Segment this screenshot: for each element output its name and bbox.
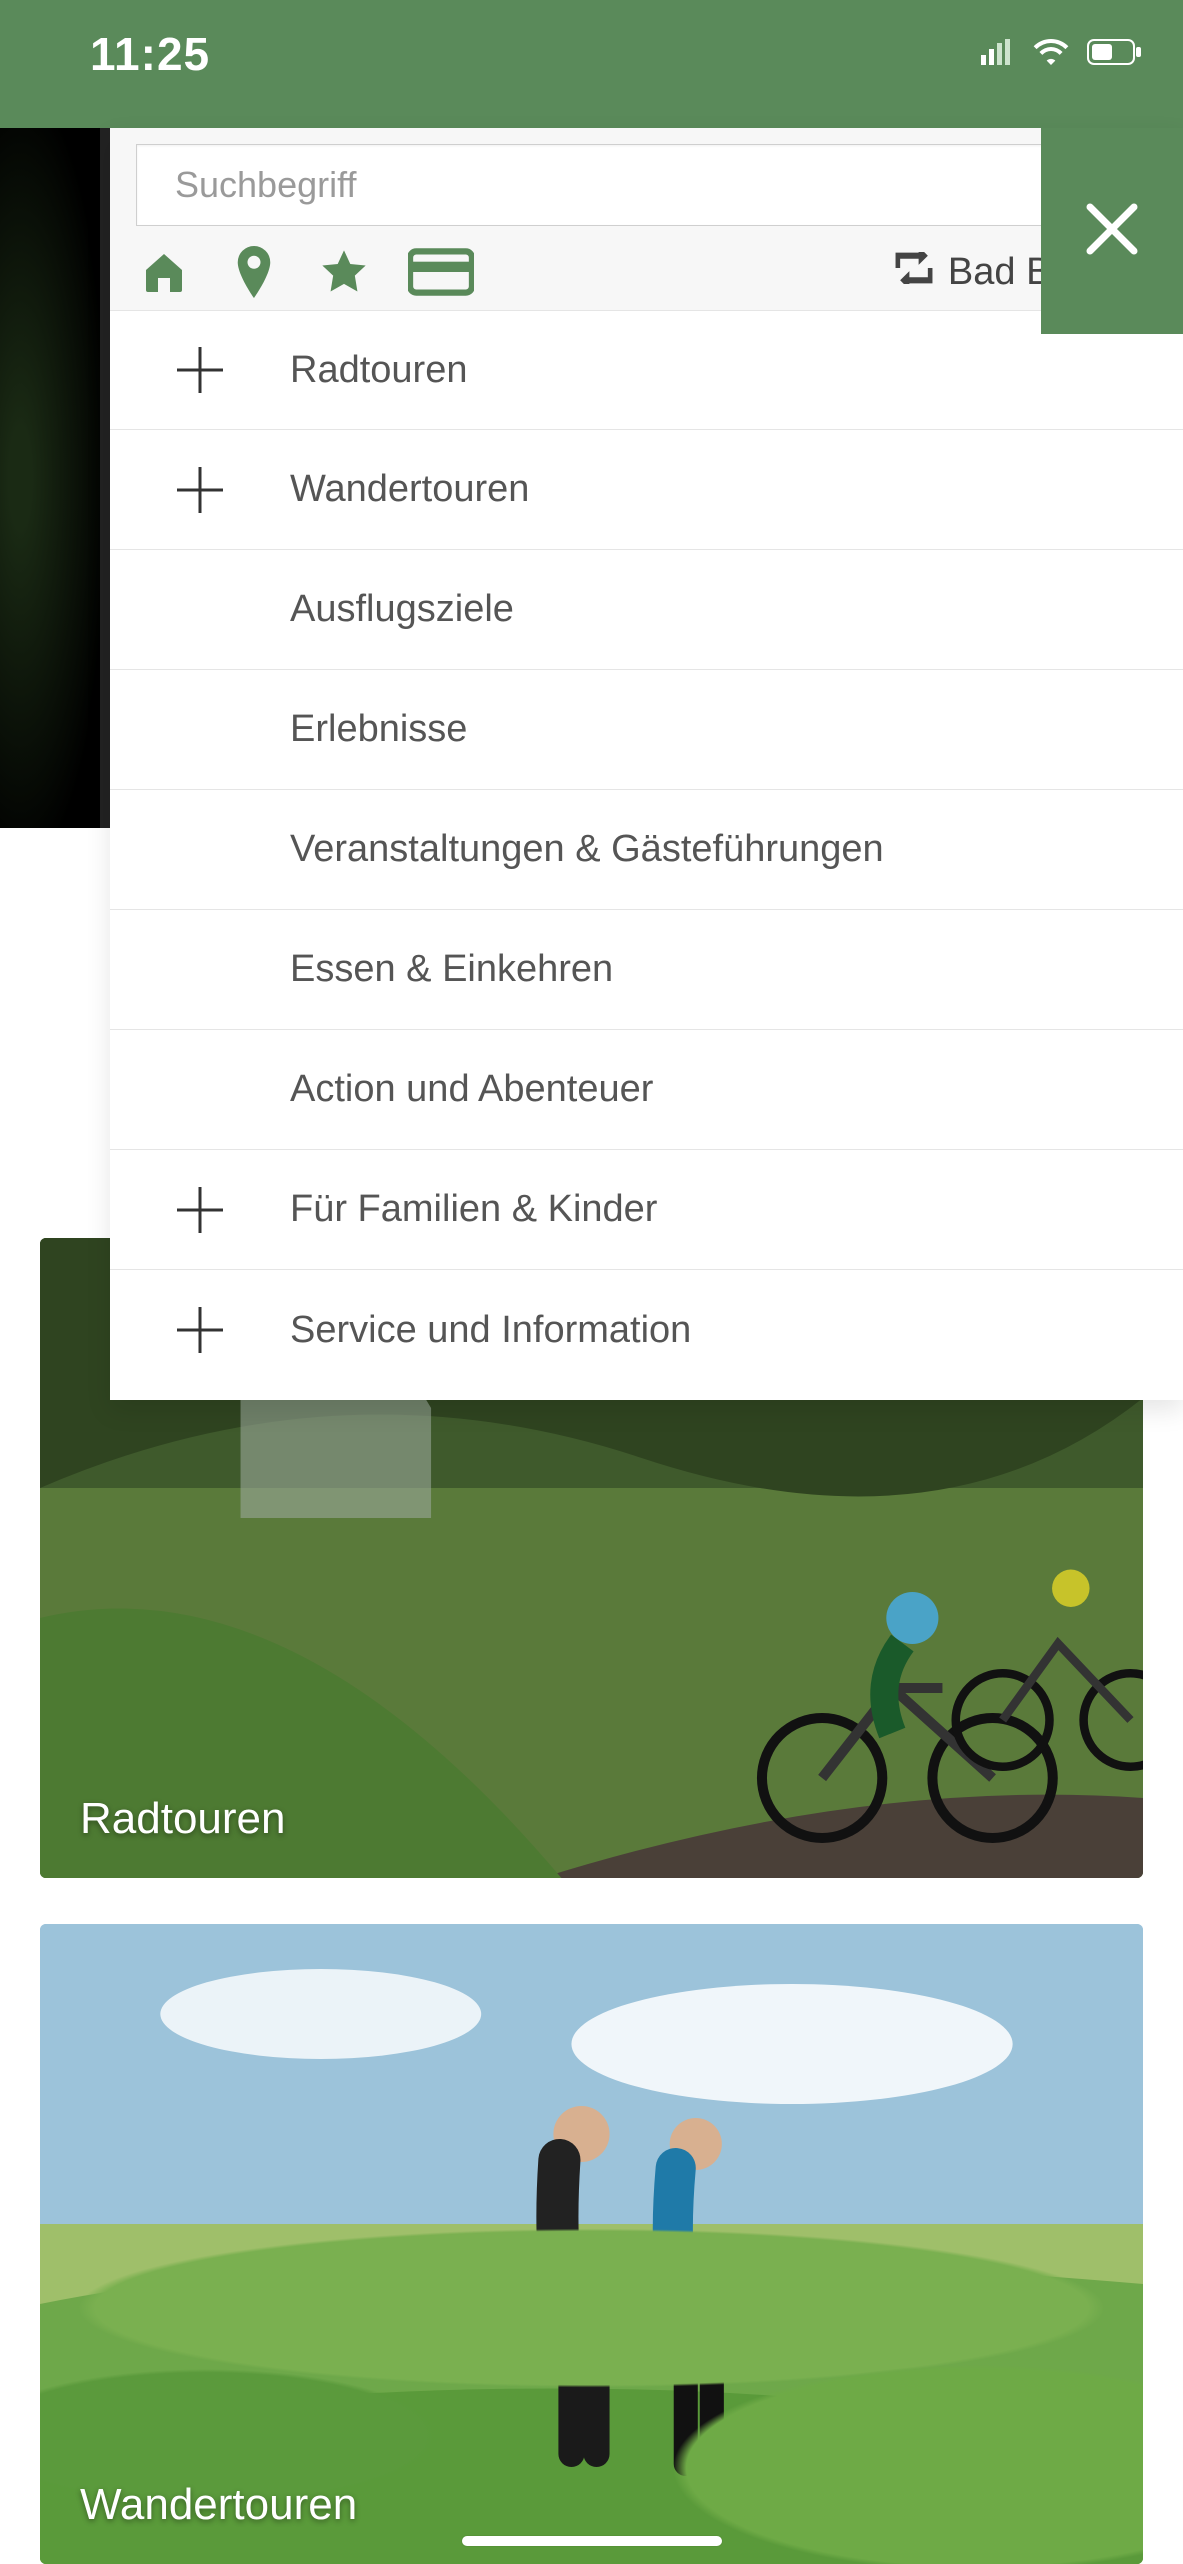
home-icon[interactable] bbox=[136, 244, 192, 300]
menu-topbar: Bad Bertrich bbox=[110, 128, 1183, 310]
menu-item-radtouren[interactable]: Radtouren bbox=[110, 310, 1183, 430]
card-icon[interactable] bbox=[406, 244, 476, 300]
menu-label: Wandertouren bbox=[290, 468, 529, 511]
search-input[interactable] bbox=[136, 144, 1157, 226]
close-menu-button[interactable] bbox=[1041, 128, 1183, 334]
menu-label: Radtouren bbox=[290, 349, 467, 392]
menu-item-wandertouren[interactable]: Wandertouren bbox=[110, 430, 1183, 550]
close-icon bbox=[1080, 197, 1144, 266]
status-icons bbox=[981, 39, 1143, 70]
card-wandertouren[interactable]: Wandertouren bbox=[40, 1924, 1143, 2564]
card-illustration bbox=[40, 1924, 1143, 2564]
quick-icon-row: Bad Bertrich bbox=[136, 244, 1157, 300]
wifi-icon bbox=[1033, 39, 1069, 70]
status-time: 11:25 bbox=[90, 27, 210, 81]
expand-icon[interactable] bbox=[177, 1307, 223, 1353]
star-icon[interactable] bbox=[316, 244, 372, 300]
menu-item-essen[interactable]: Essen & Einkehren bbox=[110, 910, 1183, 1030]
card-label: Wandertouren bbox=[80, 2480, 357, 2530]
signal-icon bbox=[981, 39, 1015, 70]
status-bar: 11:25 bbox=[0, 0, 1183, 128]
card-label: Radtouren bbox=[80, 1794, 285, 1844]
menu-panel: Bad Bertrich Radtouren Wandertouren Ausf… bbox=[110, 128, 1183, 1400]
menu-item-familien[interactable]: Für Familien & Kinder bbox=[110, 1150, 1183, 1270]
expand-icon[interactable] bbox=[177, 1187, 223, 1233]
battery-icon bbox=[1087, 39, 1143, 70]
search-wrap bbox=[136, 144, 1157, 226]
menu-item-ausflugsziele[interactable]: Ausflugsziele bbox=[110, 550, 1183, 670]
menu-label: Action und Abenteuer bbox=[290, 1068, 653, 1111]
menu-item-erlebnisse[interactable]: Erlebnisse bbox=[110, 670, 1183, 790]
menu-item-service[interactable]: Service und Information bbox=[110, 1270, 1183, 1390]
menu-label: Veranstaltungen & Gästeführungen bbox=[290, 828, 884, 871]
menu-label: Service und Information bbox=[290, 1309, 691, 1352]
menu-label: Essen & Einkehren bbox=[290, 948, 613, 991]
home-indicator[interactable] bbox=[462, 2536, 722, 2546]
menu-label: Erlebnisse bbox=[290, 708, 467, 751]
menu-item-veranstaltungen[interactable]: Veranstaltungen & Gästeführungen bbox=[110, 790, 1183, 910]
retweet-icon bbox=[894, 251, 934, 294]
menu-list: Radtouren Wandertouren Ausflugsziele Erl… bbox=[110, 310, 1183, 1390]
menu-label: Ausflugsziele bbox=[290, 588, 514, 631]
expand-icon[interactable] bbox=[177, 467, 223, 513]
menu-label: Für Familien & Kinder bbox=[290, 1188, 657, 1231]
expand-icon[interactable] bbox=[177, 347, 223, 393]
menu-item-action[interactable]: Action und Abenteuer bbox=[110, 1030, 1183, 1150]
pin-icon[interactable] bbox=[226, 244, 282, 300]
